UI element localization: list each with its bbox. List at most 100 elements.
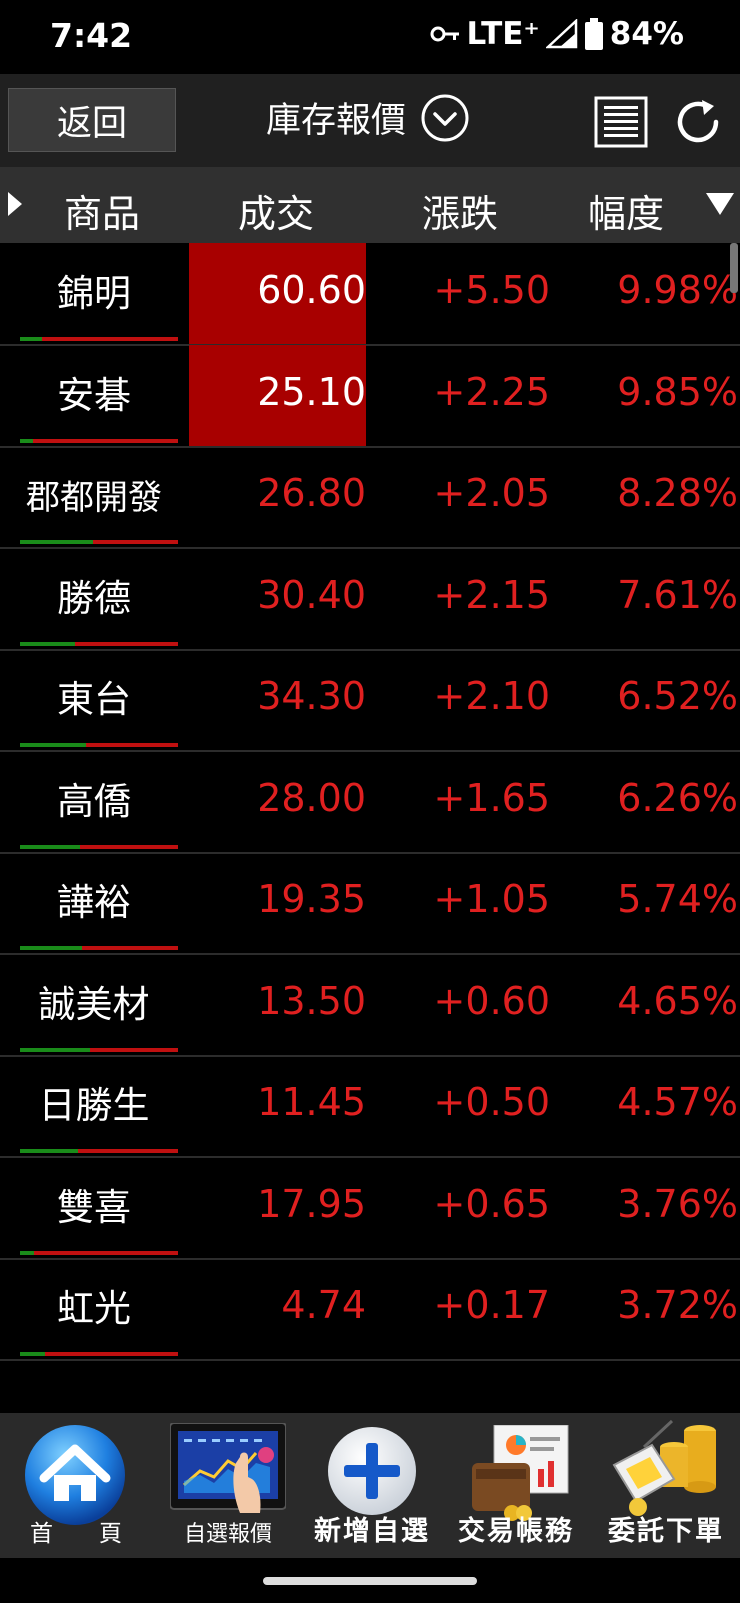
stock-price: 26.80 [257,471,366,515]
stock-name[interactable]: 誠美材 [0,974,188,1028]
stock-name[interactable]: 安碁 [0,365,188,419]
stock-change: +0.50 [433,1080,550,1124]
nav-account-label: 交易帳務 [458,1516,574,1547]
nav-home-label: 首 頁 [30,1521,122,1547]
quote-row[interactable]: 雙喜 17.95 +0.65 3.76% [0,1157,740,1260]
stock-price: 28.00 [257,776,366,820]
page-title: 庫存報價 [266,101,407,141]
bid-ask-bar [20,540,178,544]
bid-ask-bar-green [20,1048,90,1052]
col-header-price[interactable]: 成交 [238,183,314,238]
back-button[interactable]: 返回 [8,88,176,152]
stock-change: +2.05 [433,471,550,515]
quote-row[interactable]: 譁裕 19.35 +1.05 5.74% [0,852,740,955]
stock-percent: 7.61% [617,573,738,617]
stock-percent: 8.28% [617,471,738,515]
bid-ask-bar-red [45,1352,178,1356]
bid-ask-bar-red [89,1048,178,1052]
quote-row[interactable]: 安碁 25.10 +2.25 9.85% [0,345,740,448]
stock-change: +2.25 [433,370,550,414]
stock-price: 11.45 [257,1080,366,1124]
status-time: 7:42 [50,16,133,55]
quote-list[interactable]: 錦明 60.60 +5.50 9.98% 安碁 25.10 +2.25 9.85% 郡都開發 26… [0,243,740,1413]
signal-icon [545,19,578,49]
stock-change: +2.15 [433,573,550,617]
stock-name[interactable]: 勝德 [0,568,188,622]
stock-change: +5.50 [433,268,550,312]
stock-name[interactable]: 譁裕 [0,872,188,926]
status-icons: LTE⁺ 84% [430,16,684,52]
stock-name[interactable]: 郡都開發 [0,470,188,519]
quote-row[interactable]: 東台 34.30 +2.10 6.52% [0,649,740,752]
nav-add-watchlist-label: 新增自選 [314,1516,430,1547]
nav-add-watchlist[interactable]: 新增自選 [304,1413,440,1558]
scrollbar-thumb[interactable] [730,243,738,293]
nav-watchlist[interactable]: 自選報價 [152,1413,304,1558]
list-icon[interactable] [594,96,648,148]
expand-right-icon[interactable] [8,192,22,216]
stock-percent: 5.74% [617,877,738,921]
bid-ask-bar-red [34,1251,178,1255]
bid-ask-bar [20,642,178,646]
stock-change: +0.65 [433,1182,550,1226]
nav-home[interactable]: 首 頁 [0,1413,152,1558]
stock-name[interactable]: 雙喜 [0,1177,188,1231]
bid-ask-bar-green [20,845,81,849]
stock-name[interactable]: 錦明 [0,263,188,317]
bid-ask-bar-green [20,946,82,950]
network-type: LTE⁺ [466,16,540,52]
stock-change: +0.17 [433,1283,550,1327]
stock-name[interactable]: 東台 [0,669,188,723]
stock-name[interactable]: 高僑 [0,771,188,825]
stock-name[interactable]: 虹光 [0,1278,188,1332]
quote-row[interactable]: 高僑 28.00 +1.65 6.26% [0,751,740,854]
refresh-icon[interactable] [672,96,724,148]
col-header-name[interactable]: 商品 [64,183,140,238]
stock-price: 17.95 [257,1182,366,1226]
stock-change: +0.60 [433,979,550,1023]
plus-icon [328,1427,416,1515]
stock-price: 13.50 [257,979,366,1023]
stock-change: +1.65 [433,776,550,820]
bid-ask-bar [20,337,178,341]
stock-percent: 3.72% [617,1283,738,1327]
stock-price: 19.35 [257,877,366,921]
stock-percent: 6.26% [617,776,738,820]
bid-ask-bar-red [78,1149,178,1153]
stock-percent: 6.52% [617,674,738,718]
home-indicator[interactable] [263,1577,477,1585]
battery-percent: 84% [609,16,684,52]
home-icon [25,1425,125,1525]
bid-ask-bar-red [32,439,178,443]
quote-row[interactable]: 虹光 4.74 +0.17 3.72% [0,1258,740,1361]
quote-row[interactable]: 郡都開發 26.80 +2.05 8.28% [0,446,740,549]
title-dropdown[interactable]: 庫存報價 [266,92,470,143]
stock-name[interactable]: 日勝生 [0,1075,188,1129]
stock-change: +1.05 [433,877,550,921]
bid-ask-bar-green [20,743,87,747]
bid-ask-bar [20,439,178,443]
stock-percent: 9.85% [617,370,738,414]
wallet-report-icon [472,1425,569,1521]
quote-row[interactable]: 誠美材 13.50 +0.60 4.65% [0,954,740,1057]
nav-order[interactable]: 委託下單 [592,1413,740,1558]
sort-desc-icon[interactable] [706,193,734,215]
nav-account[interactable]: 交易帳務 [440,1413,592,1558]
bottom-nav: 首 頁 自選報價 新增自選 交易帳務 委託下單 [0,1413,740,1558]
col-header-change[interactable]: 漲跌 [422,183,498,238]
bid-ask-bar-green [20,642,76,646]
bid-ask-bar-green [20,1352,46,1356]
quote-row[interactable]: 日勝生 11.45 +0.50 4.57% [0,1055,740,1158]
bid-ask-bar [20,845,178,849]
bid-ask-bar [20,1352,178,1356]
quote-row[interactable]: 錦明 60.60 +5.50 9.98% [0,243,740,346]
stock-price: 4.74 [281,1283,366,1327]
bid-ask-bar [20,1048,178,1052]
col-header-percent[interactable]: 幅度 [588,183,664,238]
bid-ask-bar-red [80,845,178,849]
stock-price: 60.60 [257,268,366,312]
quote-row[interactable]: 勝德 30.40 +2.15 7.61% [0,548,740,651]
bid-ask-bar-green [20,439,33,443]
bid-ask-bar [20,1251,178,1255]
stock-percent: 9.98% [617,268,738,312]
